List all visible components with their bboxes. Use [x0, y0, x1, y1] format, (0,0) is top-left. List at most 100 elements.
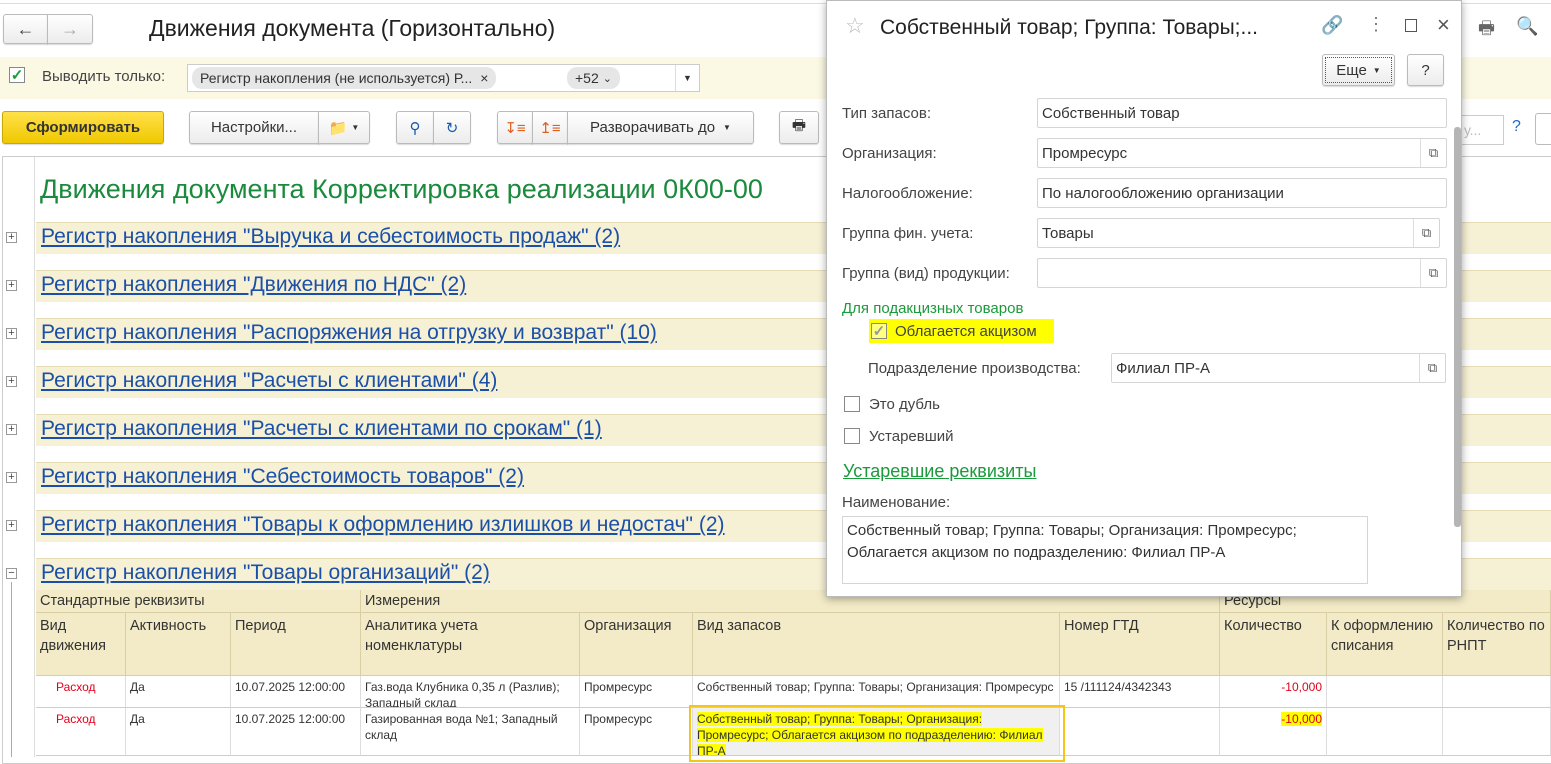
- register-link[interactable]: Регистр накопления "Распоряжения на отгр…: [41, 321, 657, 345]
- expand-icon[interactable]: +: [6, 232, 17, 243]
- expand-icon[interactable]: +: [6, 280, 17, 291]
- obsolete-checkbox[interactable]: [844, 428, 860, 444]
- popup-title: Собственный товар; Группа: Товары;...: [880, 16, 1259, 39]
- variants-button[interactable]: 📁 ▼: [318, 111, 370, 144]
- preview-icon[interactable]: 🔍: [1516, 16, 1538, 37]
- help-button[interactable]: ?: [1407, 54, 1444, 86]
- column-header[interactable]: К оформлению списания: [1327, 613, 1443, 676]
- field-input[interactable]: ⧉: [1037, 258, 1447, 288]
- column-header[interactable]: Период: [231, 613, 361, 676]
- expand-to-button[interactable]: Разворачивать до ▼: [567, 111, 754, 144]
- expand-icon[interactable]: +: [6, 376, 17, 387]
- register-link[interactable]: Регистр накопления "Расчеты с клиентами …: [41, 417, 602, 441]
- name-textarea[interactable]: Собственный товар; Группа: Товары; Орган…: [842, 516, 1368, 584]
- star-icon[interactable]: ☆: [845, 13, 865, 39]
- register-link[interactable]: Регистр накопления "Движения по НДС" (2): [41, 273, 466, 297]
- column-header[interactable]: Вид запасов: [693, 613, 1060, 676]
- expand-icon[interactable]: +: [6, 472, 17, 483]
- table-cell[interactable]: Собственный товар; Группа: Товары; Орган…: [693, 676, 1060, 708]
- table-cell[interactable]: [1060, 708, 1220, 756]
- open-icon[interactable]: ⧉: [1413, 219, 1439, 247]
- division-label: Подразделение производства:: [868, 360, 1081, 377]
- print-button[interactable]: 🖶: [779, 111, 819, 144]
- filter-dropdown-button[interactable]: ▼: [675, 65, 699, 91]
- field-input[interactable]: Товары ⧉: [1037, 218, 1440, 248]
- open-icon[interactable]: ⧉: [1419, 354, 1445, 382]
- register-link[interactable]: Регистр накопления "Товары организаций" …: [41, 561, 490, 585]
- table-cell[interactable]: [1327, 676, 1443, 708]
- table-cell[interactable]: Промресурс: [580, 708, 693, 756]
- filter-more-tag[interactable]: +52 ⌄: [567, 67, 620, 89]
- table-cell[interactable]: Промресурс: [580, 676, 693, 708]
- table-cell[interactable]: [1443, 676, 1551, 708]
- table-cell[interactable]: 10.07.2025 12:00:00: [231, 676, 361, 708]
- more-vertical-icon[interactable]: ⋮: [1367, 14, 1385, 35]
- excise-checkbox[interactable]: ✓: [871, 323, 887, 340]
- cell-value: Газ.вода Клубника 0,35 л (Разлив); Запад…: [365, 680, 560, 708]
- open-icon[interactable]: ⧉: [1420, 259, 1446, 287]
- table-cell[interactable]: Да: [126, 708, 231, 756]
- duplicate-checkbox[interactable]: [844, 396, 860, 412]
- register-link[interactable]: Регистр накопления "Себестоимость товаро…: [41, 465, 524, 489]
- settings-label: Настройки...: [210, 119, 298, 136]
- column-header[interactable]: Количество: [1220, 613, 1327, 676]
- expand-icon[interactable]: +: [6, 328, 17, 339]
- division-field[interactable]: Филиал ПР-А ⧉: [1111, 353, 1446, 383]
- search-button[interactable]: ⚲: [396, 111, 434, 144]
- table-cell[interactable]: [1443, 708, 1551, 756]
- more-button[interactable]: [1535, 113, 1551, 145]
- name-label: Наименование:: [842, 494, 951, 511]
- forward-button[interactable]: →: [47, 14, 93, 44]
- link-icon[interactable]: 🔗: [1321, 15, 1343, 36]
- field-label: Тип запасов:: [842, 105, 932, 122]
- more-actions-button[interactable]: Еще ▼: [1322, 54, 1395, 86]
- filter-checkbox[interactable]: ✓: [9, 67, 25, 84]
- table-cell[interactable]: 10.07.2025 12:00:00: [231, 708, 361, 756]
- close-icon[interactable]: ×: [480, 70, 488, 86]
- generate-button[interactable]: Сформировать: [2, 111, 164, 144]
- table-cell[interactable]: [1327, 708, 1443, 756]
- help-icon[interactable]: ?: [1512, 118, 1521, 136]
- column-header[interactable]: Аналитика учета номенклатуры: [361, 613, 580, 676]
- filter-tag-label: Регистр накопления (не используется) Р..…: [200, 70, 473, 86]
- close-icon[interactable]: ×: [1437, 12, 1450, 38]
- collapse-icon[interactable]: −: [6, 568, 17, 579]
- table-cell[interactable]: Расход: [36, 676, 126, 708]
- column-header[interactable]: Количество по РНПТ: [1443, 613, 1551, 676]
- back-button[interactable]: ←: [3, 14, 48, 44]
- obsolete-attributes-link[interactable]: Устаревшие реквизиты: [843, 461, 1036, 482]
- print-icon[interactable]: 🖶: [1478, 16, 1495, 46]
- table-cell[interactable]: Газ.вода Клубника 0,35 л (Разлив); Запад…: [361, 676, 580, 708]
- field-input[interactable]: По налогообложению организации: [1037, 178, 1447, 208]
- search-next-button[interactable]: ↻: [433, 111, 471, 144]
- column-header[interactable]: Вид движения: [36, 613, 126, 676]
- column-header[interactable]: Номер ГТД: [1060, 613, 1220, 676]
- table-cell[interactable]: 15 /111124/4342343: [1060, 676, 1220, 708]
- table-cell[interactable]: Да: [126, 676, 231, 708]
- collapse-button[interactable]: ↧≡: [497, 111, 533, 144]
- table-cell[interactable]: -10,000: [1220, 676, 1327, 708]
- register-link[interactable]: Регистр накопления "Выручка и себестоимо…: [41, 225, 620, 249]
- table-cell[interactable]: -10,000: [1220, 708, 1327, 756]
- table-cell[interactable]: Газированная вода №1; Западный склад: [361, 708, 580, 756]
- popup-scrollbar[interactable]: [1452, 105, 1462, 575]
- sort-list-down-icon: ↧≡: [504, 119, 526, 137]
- search-field[interactable]: у...: [1462, 115, 1504, 145]
- expand-button[interactable]: ↥≡: [532, 111, 568, 144]
- table-cell[interactable]: Расход: [36, 708, 126, 756]
- help-label: ?: [1421, 61, 1430, 79]
- expand-icon[interactable]: +: [6, 520, 17, 531]
- column-header[interactable]: Организация: [580, 613, 693, 676]
- field-input[interactable]: Собственный товар: [1037, 98, 1447, 128]
- field-value: По налогообложению организации: [1042, 185, 1284, 202]
- register-link[interactable]: Регистр накопления "Товары к оформлению …: [41, 513, 725, 537]
- scrollbar-thumb[interactable]: [1454, 127, 1461, 527]
- column-header[interactable]: Активность: [126, 613, 231, 676]
- settings-button[interactable]: Настройки...: [189, 111, 319, 144]
- expand-icon[interactable]: +: [6, 424, 17, 435]
- maximize-icon[interactable]: [1405, 19, 1417, 32]
- dropdown-arrow-icon: ▼: [351, 123, 360, 132]
- open-icon[interactable]: ⧉: [1420, 139, 1446, 167]
- register-link[interactable]: Регистр накопления "Расчеты с клиентами"…: [41, 369, 497, 393]
- field-input[interactable]: Промресурс ⧉: [1037, 138, 1447, 168]
